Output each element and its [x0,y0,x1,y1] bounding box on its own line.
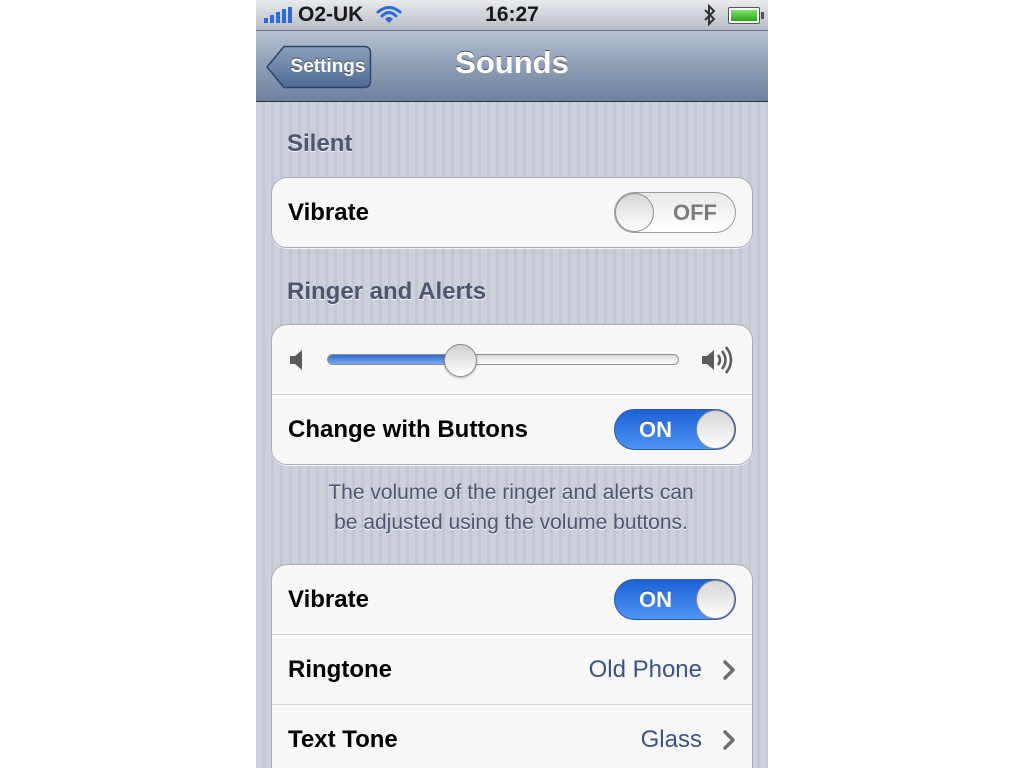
ringtone-value: Old Phone [588,656,702,683]
silent-vibrate-toggle[interactable]: OFF [614,192,736,233]
navigation-bar: Settings Sounds [256,31,768,102]
silent-vibrate-row: Vibrate OFF [272,178,752,247]
chevron-right-icon [722,659,736,686]
text-tone-label: Text Tone [288,726,398,753]
page-title: Sounds [455,45,569,80]
battery-icon [728,7,764,24]
volume-slider-row [272,325,752,395]
ringer-footnote: The volume of the ringer and alerts can … [271,478,751,538]
section-header-ringer: Ringer and Alerts [287,278,487,305]
volume-slider-track[interactable] [327,354,679,365]
text-tone-row[interactable]: Text Tone Glass [272,705,752,768]
speaker-low-icon [288,348,308,377]
ringer-group: Change with Buttons ON [271,324,753,465]
ringtone-row[interactable]: Ringtone Old Phone [272,635,752,705]
silent-vibrate-label: Vibrate [288,199,369,226]
silent-group: Vibrate OFF [271,177,753,248]
volume-slider-thumb[interactable] [443,344,477,377]
bluetooth-icon [702,3,718,32]
toggle-knob [696,410,735,449]
change-with-buttons-toggle[interactable]: ON [614,409,736,450]
toggle-knob [615,193,654,232]
vibrate-row: Vibrate ON [272,565,752,635]
phone-screen: O2-UK 16:27 Settings Sounds Silent Vibra… [256,0,768,768]
volume-slider-fill [328,355,462,364]
vibrate-toggle[interactable]: ON [614,579,736,620]
toggle-state-text: OFF [673,200,717,225]
toggle-state-text: ON [639,417,672,442]
tones-group: Vibrate ON Ringtone Old Phone Text Tone … [271,564,753,768]
text-tone-value: Glass [640,726,702,753]
vibrate-label: Vibrate [288,586,369,613]
chevron-right-icon [722,729,736,756]
section-header-silent: Silent [287,130,353,157]
footnote-line-2: be adjusted using the volume buttons. [334,511,688,534]
toggle-state-text: ON [639,587,672,612]
footnote-line-1: The volume of the ringer and alerts can [328,481,694,504]
clock-time: 16:27 [485,3,539,26]
speaker-high-icon [700,345,736,380]
toggle-knob [696,580,735,619]
change-with-buttons-row: Change with Buttons ON [272,395,752,464]
change-with-buttons-label: Change with Buttons [288,416,528,443]
status-bar: O2-UK 16:27 [256,0,768,31]
ringtone-label: Ringtone [288,656,392,683]
